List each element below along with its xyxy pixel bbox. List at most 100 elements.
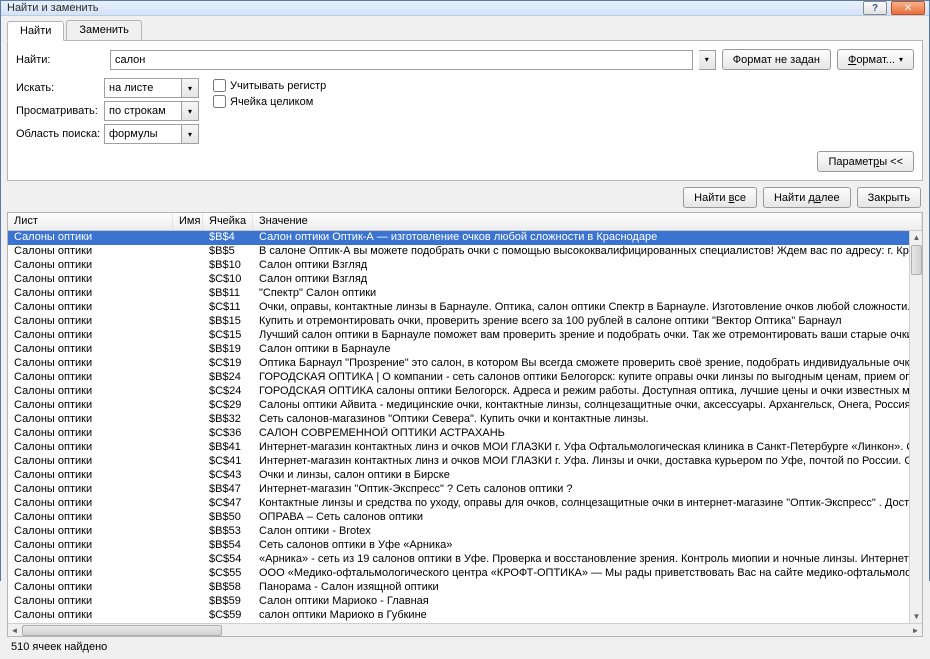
result-row[interactable]: Салоны оптики$C$36САЛОН СОВРЕМЕННОЙ ОПТИ… xyxy=(8,427,922,441)
cell-sheet: Салоны оптики xyxy=(8,301,173,315)
column-sheet[interactable]: Лист xyxy=(8,213,173,230)
tab-replace[interactable]: Заменить xyxy=(66,20,141,40)
scroll-down-icon[interactable]: ▼ xyxy=(910,610,923,623)
scroll-left-icon[interactable]: ◄ xyxy=(8,624,21,637)
cell-ref: $C$36 xyxy=(203,427,253,441)
result-row[interactable]: Салоны оптики$C$59салон оптики Мариоко в… xyxy=(8,609,922,623)
result-row[interactable]: Салоны оптики$B$4Салон оптики Оптик-А — … xyxy=(8,231,922,245)
direction-dropdown[interactable]: ▾ xyxy=(182,101,199,121)
cell-name xyxy=(173,329,203,343)
result-row[interactable]: Салоны оптики$B$47Интернет-магазин "Опти… xyxy=(8,483,922,497)
help-button[interactable]: ? xyxy=(863,1,887,15)
whole-cell-checkbox[interactable]: Ячейка целиком xyxy=(213,95,326,108)
cell-value: Салон оптики Взгляд xyxy=(253,273,922,287)
area-combo[interactable] xyxy=(104,124,182,144)
look-in-combo[interactable] xyxy=(104,78,182,98)
match-case-checkbox[interactable]: Учитывать регистр xyxy=(213,79,326,92)
result-row[interactable]: Салоны оптики$C$54«Арника» - сеть из 19 … xyxy=(8,553,922,567)
grid-body[interactable]: Салоны оптики$B$4Салон оптики Оптик-А — … xyxy=(8,231,922,623)
cell-name xyxy=(173,581,203,595)
cell-sheet: Салоны оптики xyxy=(8,609,173,623)
result-row[interactable]: Салоны оптики$C$43Очки и линзы, салон оп… xyxy=(8,469,922,483)
find-next-button[interactable]: Найти далее xyxy=(763,187,851,208)
horizontal-scrollbar[interactable]: ◄ ► xyxy=(8,623,922,636)
area-dropdown[interactable]: ▾ xyxy=(182,124,199,144)
cell-name xyxy=(173,441,203,455)
result-row[interactable]: Салоны оптики$C$11Очки, оправы, контактн… xyxy=(8,301,922,315)
cell-name xyxy=(173,343,203,357)
cell-value: Интернет-магазин контактных линз и очков… xyxy=(253,441,922,455)
result-row[interactable]: Салоны оптики$C$15Лучший салон оптики в … xyxy=(8,329,922,343)
hscroll-thumb[interactable] xyxy=(22,625,222,636)
action-buttons: Найти все Найти далее Закрыть xyxy=(7,181,923,212)
result-row[interactable]: Салоны оптики$B$50ОПРАВА – Сеть салонов … xyxy=(8,511,922,525)
cell-ref: $B$47 xyxy=(203,483,253,497)
look-in-label: Искать: xyxy=(16,82,104,94)
result-row[interactable]: Салоны оптики$B$5В салоне Оптик-А вы мож… xyxy=(8,245,922,259)
vertical-scrollbar[interactable]: ▲ ▼ xyxy=(909,231,922,623)
cell-ref: $C$54 xyxy=(203,553,253,567)
result-row[interactable]: Салоны оптики$B$11"Спектр" Салон оптики xyxy=(8,287,922,301)
cell-ref: $B$54 xyxy=(203,539,253,553)
result-row[interactable]: Салоны оптики$B$54Сеть салонов оптики в … xyxy=(8,539,922,553)
tab-find[interactable]: Найти xyxy=(7,21,64,41)
cell-sheet: Салоны оптики xyxy=(8,413,173,427)
look-in-dropdown[interactable]: ▾ xyxy=(182,78,199,98)
find-label: Найти: xyxy=(16,54,104,66)
close-window-button[interactable]: ✕ xyxy=(891,1,925,15)
result-row[interactable]: Салоны оптики$C$41Интернет-магазин конта… xyxy=(8,455,922,469)
cell-sheet: Салоны оптики xyxy=(8,581,173,595)
parameters-button[interactable]: Параметры << xyxy=(817,151,914,172)
format-menu-button[interactable]: Формат... xyxy=(837,49,914,70)
cell-ref: $C$43 xyxy=(203,469,253,483)
result-row[interactable]: Салоны оптики$C$47Контактные линзы и сре… xyxy=(8,497,922,511)
result-row[interactable]: Салоны оптики$B$32Сеть салонов-магазинов… xyxy=(8,413,922,427)
cell-value: Оптика Барнаул "Прозрение" это салон, в … xyxy=(253,357,922,371)
cell-value: В салоне Оптик-А вы можете подобрать очк… xyxy=(253,245,922,259)
result-row[interactable]: Салоны оптики$B$15Купить и отремонтирова… xyxy=(8,315,922,329)
scroll-up-icon[interactable]: ▲ xyxy=(910,231,923,244)
column-name[interactable]: Имя xyxy=(173,213,203,230)
result-row[interactable]: Салоны оптики$C$19Оптика Барнаул "Прозре… xyxy=(8,357,922,371)
cell-value: Салон оптики в Барнауле xyxy=(253,343,922,357)
result-row[interactable]: Салоны оптики$B$59Салон оптики Мариоко -… xyxy=(8,595,922,609)
cell-value: Сеть салонов-магазинов "Оптики Севера". … xyxy=(253,413,922,427)
cell-name xyxy=(173,245,203,259)
result-row[interactable]: Салоны оптики$B$53Салон оптики - Brotex xyxy=(8,525,922,539)
cell-sheet: Салоны оптики xyxy=(8,427,173,441)
area-label: Область поиска: xyxy=(16,128,104,140)
cell-sheet: Салоны оптики xyxy=(8,441,173,455)
cell-value: Салон оптики Мариоко - Главная xyxy=(253,595,922,609)
column-cell[interactable]: Ячейка xyxy=(203,213,253,230)
column-value[interactable]: Значение xyxy=(253,213,922,230)
cell-name xyxy=(173,427,203,441)
result-row[interactable]: Салоны оптики$B$24ГОРОДСКАЯ ОПТИКА | О к… xyxy=(8,371,922,385)
result-row[interactable]: Салоны оптики$B$58Панорама - Салон изящн… xyxy=(8,581,922,595)
cell-name xyxy=(173,525,203,539)
results-grid: Лист Имя Ячейка Значение Салоны оптики$B… xyxy=(7,212,923,637)
vscroll-thumb[interactable] xyxy=(911,245,922,275)
find-history-dropdown[interactable]: ▾ xyxy=(699,50,716,70)
cell-sheet: Салоны оптики xyxy=(8,357,173,371)
window-title: Найти и заменить xyxy=(5,2,863,14)
titlebar[interactable]: Найти и заменить ? ✕ xyxy=(1,1,929,16)
result-row[interactable]: Салоны оптики$C$29Салоны оптики Айвита -… xyxy=(8,399,922,413)
scroll-right-icon[interactable]: ► xyxy=(909,624,922,637)
direction-combo[interactable] xyxy=(104,101,182,121)
result-row[interactable]: Салоны оптики$B$19Салон оптики в Барнаул… xyxy=(8,343,922,357)
cell-name xyxy=(173,399,203,413)
find-all-button[interactable]: Найти все xyxy=(683,187,757,208)
find-input[interactable] xyxy=(110,50,693,70)
cell-sheet: Салоны оптики xyxy=(8,287,173,301)
result-row[interactable]: Салоны оптики$C$55ООО «Медико-офтальмоло… xyxy=(8,567,922,581)
result-row[interactable]: Салоны оптики$C$10Салон оптики Взгляд xyxy=(8,273,922,287)
cell-sheet: Салоны оптики xyxy=(8,315,173,329)
result-row[interactable]: Салоны оптики$B$10Салон оптики Взгляд xyxy=(8,259,922,273)
result-row[interactable]: Салоны оптики$B$41Интернет-магазин конта… xyxy=(8,441,922,455)
cell-sheet: Салоны оптики xyxy=(8,567,173,581)
cell-name xyxy=(173,287,203,301)
format-status-button[interactable]: Формат не задан xyxy=(722,49,831,70)
result-row[interactable]: Салоны оптики$C$24ГОРОДСКАЯ ОПТИКА салон… xyxy=(8,385,922,399)
cell-name xyxy=(173,539,203,553)
close-button[interactable]: Закрыть xyxy=(857,187,921,208)
